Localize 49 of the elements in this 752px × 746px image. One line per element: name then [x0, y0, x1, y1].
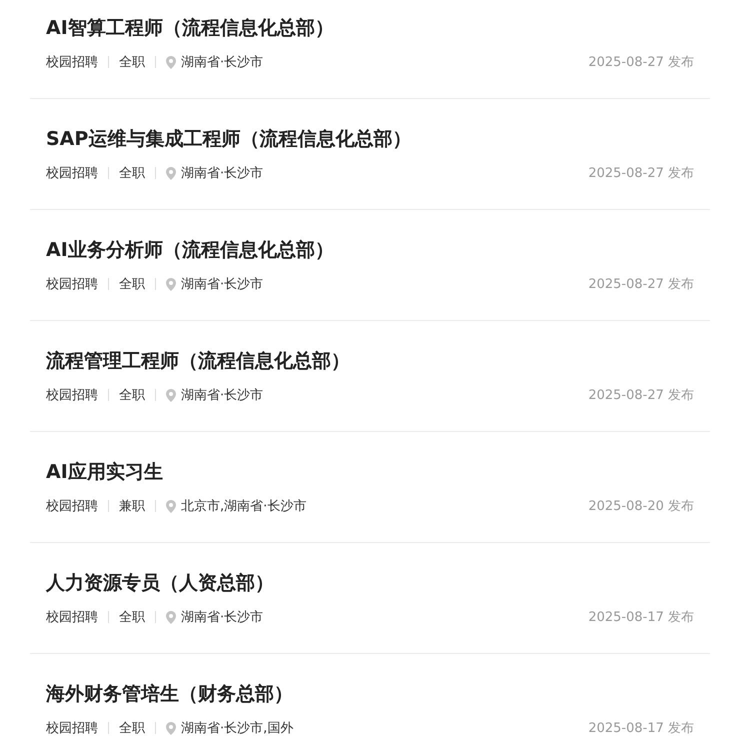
- publish-date: 2025-08-17 发布: [588, 720, 694, 737]
- job-location: 湖南省·长沙市: [181, 609, 264, 626]
- location-pin-icon: [166, 388, 176, 402]
- job-type: 全职: [119, 54, 145, 71]
- location-pin-icon: [166, 166, 176, 180]
- job-title: AI智算工程师（流程信息化总部）: [46, 16, 335, 40]
- job-type: 兼职: [119, 498, 145, 515]
- job-title: AI业务分析师（流程信息化总部）: [46, 238, 335, 262]
- job-listing[interactable]: 海外财务管培生（财务总部） 校园招聘 全职 湖南省·长沙市,国外 2025-08-17 发布: [30, 654, 710, 746]
- publish-date: 2025-08-27 发布: [588, 387, 694, 404]
- job-type: 全职: [119, 276, 145, 293]
- job-location: 北京市,湖南省·长沙市: [181, 498, 306, 515]
- publish-date: 2025-08-27 发布: [588, 276, 694, 293]
- location-pin-icon: [166, 722, 176, 734]
- job-category: 校园招聘: [46, 498, 98, 515]
- job-location: 湖南省·长沙市: [181, 276, 264, 293]
- job-listing[interactable]: SAP运维与集成工程师（流程信息化总部） 校园招聘 全职 湖南省·长沙市 2025-08-27 发布: [30, 99, 710, 210]
- publish-date: 2025-08-20 发布: [588, 498, 694, 515]
- job-location: 湖南省·长沙市: [181, 165, 264, 182]
- job-type: 全职: [119, 720, 145, 737]
- job-title: 人力资源专员（人资总部）: [46, 571, 275, 595]
- job-type: 全职: [119, 387, 145, 404]
- job-title: AI应用实习生: [46, 460, 164, 484]
- job-listing[interactable]: AI智算工程师（流程信息化总部） 校园招聘 全职 湖南省·长沙市 2025-08-27 发布: [30, 0, 710, 99]
- publish-date: 2025-08-27 发布: [588, 54, 694, 71]
- job-category: 校园招聘: [46, 276, 98, 293]
- job-location: 湖南省·长沙市,国外: [181, 720, 294, 737]
- job-category: 校园招聘: [46, 609, 98, 626]
- job-listing[interactable]: AI应用实习生 校园招聘 兼职 北京市,湖南省·长沙市 2025-08-20 发布: [30, 432, 710, 543]
- location-pin-icon: [166, 500, 176, 512]
- job-category: 校园招聘: [46, 387, 98, 404]
- job-location: 湖南省·长沙市: [181, 54, 264, 71]
- job-category: 校园招聘: [46, 720, 98, 737]
- location-pin-icon: [166, 56, 176, 68]
- job-listing[interactable]: AI业务分析师（流程信息化总部） 校园招聘 全职 湖南省·长沙市 2025-08-27 发布: [30, 210, 710, 321]
- job-type: 全职: [119, 165, 145, 182]
- location-pin-icon: [166, 278, 176, 290]
- job-category: 校园招聘: [46, 54, 98, 71]
- job-title: 流程管理工程师（流程信息化总部）: [46, 349, 351, 373]
- job-location: 湖南省·长沙市: [181, 387, 264, 404]
- job-type: 全职: [119, 609, 145, 626]
- publish-date: 2025-08-17 发布: [588, 609, 694, 626]
- job-title: SAP运维与集成工程师（流程信息化总部）: [46, 127, 412, 151]
- job-listing[interactable]: 流程管理工程师（流程信息化总部） 校园招聘 全职 湖南省·长沙市 2025-08-27 发布: [30, 321, 710, 432]
- job-title: 海外财务管培生（财务总部）: [46, 682, 294, 706]
- job-listing[interactable]: 人力资源专员（人资总部） 校园招聘 全职 湖南省·长沙市 2025-08-17 发布: [30, 543, 710, 654]
- job-category: 校园招聘: [46, 165, 98, 182]
- publish-date: 2025-08-27 发布: [588, 165, 694, 182]
- location-pin-icon: [166, 610, 176, 624]
